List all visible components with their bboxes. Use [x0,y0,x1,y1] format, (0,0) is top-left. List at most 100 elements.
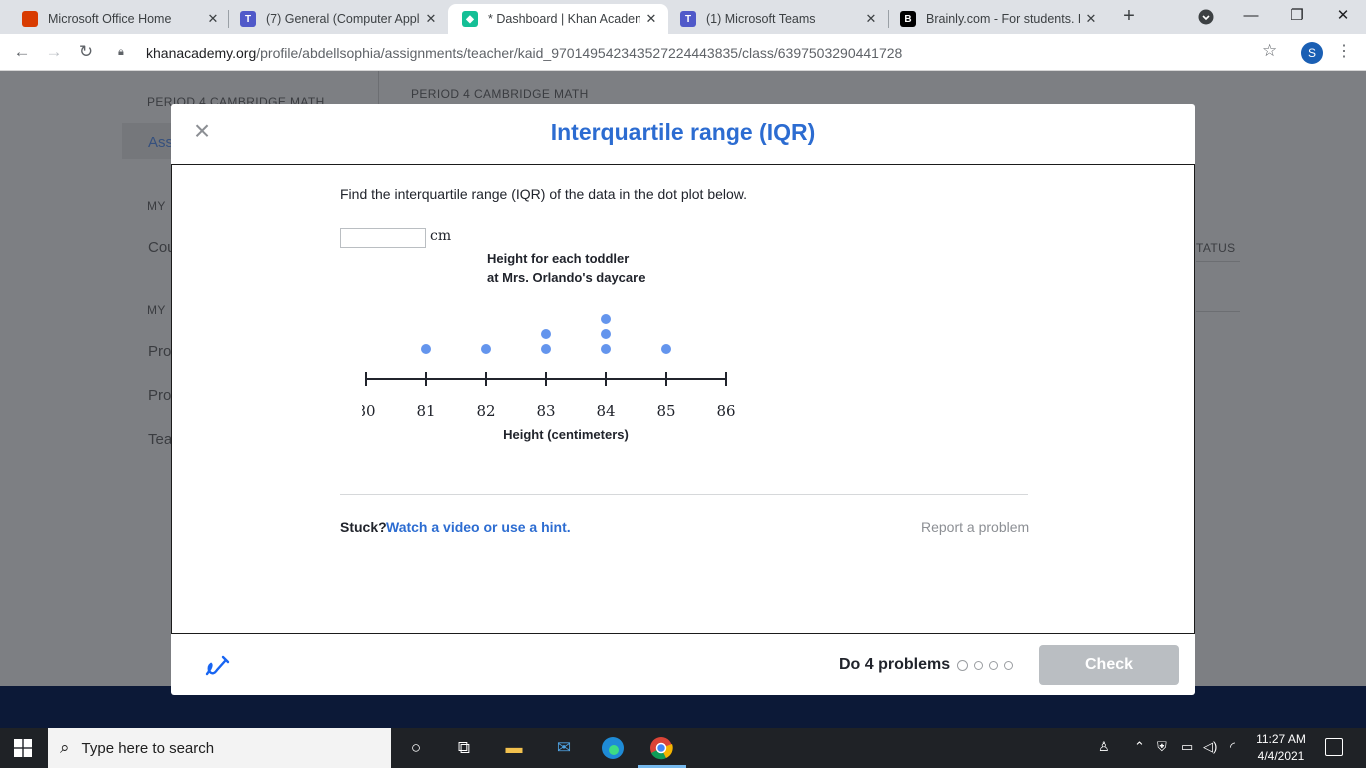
taskbar-search[interactable]: ⌕ Type here to search [48,728,391,768]
restore-icon[interactable]: ❐ [1274,0,1320,34]
table-divider [1196,311,1240,312]
x-tick-label: 81 [416,402,435,420]
address-bar[interactable]: 🔒︎ khanacademy.org/profile/abdellsophia/… [106,38,1291,67]
tab-brainly[interactable]: B Brainly.com - For students. By ✕ [886,4,1108,34]
progress-dots [957,660,1013,671]
new-tab-icon[interactable]: + [1118,6,1140,28]
tab-khan-dashboard[interactable]: ◆ * Dashboard | Khan Academy ✕ [448,4,668,34]
minimize-icon[interactable]: — [1228,0,1274,34]
hint-link[interactable]: Watch a video or use a hint. [386,519,571,535]
x-tick-label: 86 [716,402,735,420]
back-arrow-icon[interactable]: ← [10,41,34,65]
exercise-modal: × Interquartile range (IQR) Find the int… [171,104,1195,695]
windows-start-icon[interactable] [14,739,32,757]
sidebar-item-profile[interactable]: Pro [148,343,171,360]
forward-arrow-icon[interactable]: → [42,41,66,65]
main-class-label: PERIOD 4 CAMBRIDGE MATH [411,87,589,101]
progress-dot [989,661,998,670]
data-dot [541,344,551,354]
problem-count-label: Do 4 problems [839,656,951,673]
office-icon [22,11,38,27]
cortana-icon[interactable]: ○ [403,736,429,760]
chart-title-line-1: Height for each toddler [487,251,629,266]
sidebar-item-teachers[interactable]: Tea [148,431,172,448]
sidebar-item-progress[interactable]: Pro [148,387,171,404]
data-dot [481,344,491,354]
security-icon[interactable]: ⛨ [1157,739,1167,755]
close-icon[interactable]: ✕ [202,11,224,27]
people-icon[interactable]: ♙ [1098,739,1110,755]
question-text: Find the interquartile range (IQR) of th… [340,186,748,202]
data-dot [661,344,671,354]
answer-unit: cm [430,228,452,244]
data-dot [541,329,551,339]
file-explorer-icon[interactable]: ▬ [501,736,527,760]
tab-label: (7) General (Computer Applic [266,12,420,26]
sidebar-section-my: MY [147,199,166,213]
divider [340,494,1028,495]
x-tick-label: 80 [362,402,376,420]
tab-teams[interactable]: T (1) Microsoft Teams ✕ [666,4,888,34]
search-icon: ⌕ [60,738,70,757]
search-placeholder: Type here to search [81,739,215,757]
tray-chevron-icon[interactable]: ⌃ [1134,739,1145,755]
sidebar-item-assignments[interactable]: Ass [148,134,173,151]
close-icon[interactable]: ✕ [640,11,662,27]
edge-icon[interactable] [600,736,626,760]
modal-footer: Do 4 problems Check [171,635,1195,695]
dot-plot: Height for each toddler at Mrs. Orlando'… [362,251,736,442]
browser-tab-strip: Microsoft Office Home ✕ T (7) General (C… [0,0,1366,34]
mail-icon[interactable]: ✉ [551,736,577,760]
data-dot [601,344,611,354]
system-clock[interactable]: 11:27 AM 4/4/2021 [1251,731,1311,765]
tab-label: Microsoft Office Home [48,12,172,26]
modal-body: Find the interquartile range (IQR) of th… [171,165,1195,634]
browser-toolbar: ← → ↻ 🔒︎ khanacademy.org/profile/abdells… [0,34,1366,71]
close-icon[interactable]: ✕ [860,11,882,27]
windows-taskbar: ⌕ Type here to search ○ ⧉ ▬ ✉ ♙ ⌃ ⛨ ▭ ◁)… [0,728,1366,768]
x-tick-label: 84 [596,402,615,420]
chart-title-line-2: at Mrs. Orlando's daycare [487,270,645,285]
url-host: khanacademy.org [146,44,257,61]
data-dot [601,314,611,324]
report-problem-link[interactable]: Report a problem [921,519,1029,535]
close-icon[interactable]: ✕ [420,11,442,27]
notification-icon[interactable] [1325,738,1343,756]
teams-icon: T [240,11,256,27]
teams-icon: T [680,11,696,27]
clock-time: 11:27 AM [1256,732,1306,746]
progress-dot [957,660,968,671]
progress-dot [1004,661,1013,670]
modal-header: × Interquartile range (IQR) [171,104,1195,165]
task-view-icon[interactable]: ⧉ [451,736,477,760]
x-tick-label: 85 [656,402,675,420]
reload-icon[interactable]: ↻ [74,41,98,65]
brainly-icon: B [900,11,916,27]
lock-icon: 🔒︎ [118,46,124,58]
exercise-title: Interquartile range (IQR) [550,119,816,145]
check-button[interactable]: Check [1039,645,1179,685]
close-window-icon[interactable]: ✕ [1320,0,1366,34]
volume-icon[interactable]: ◁) [1203,739,1217,755]
x-axis-label: Height (centimeters) [503,427,629,442]
bookmark-star-icon[interactable]: ☆ [1262,41,1277,61]
battery-icon[interactable]: ▭ [1181,739,1193,755]
scratchpad-icon[interactable] [203,652,231,680]
status-column-header: TATUS [1196,241,1236,255]
khan-icon: ◆ [462,11,478,27]
chrome-icon[interactable] [648,736,674,760]
data-dot [421,344,431,354]
tab-office-home[interactable]: Microsoft Office Home ✕ [8,4,230,34]
x-tick-label: 82 [476,402,495,420]
close-icon[interactable]: ✕ [1080,11,1102,27]
wifi-icon[interactable]: ◜ [1230,739,1235,755]
data-dot [601,329,611,339]
x-tick-label: 83 [536,402,555,420]
clock-date: 4/4/2021 [1257,749,1305,763]
progress-dot [974,661,983,670]
tab-search-icon[interactable] [1184,0,1228,34]
tab-teams-general[interactable]: T (7) General (Computer Applic ✕ [226,4,448,34]
profile-avatar[interactable]: S [1301,42,1323,64]
stuck-label: Stuck? [340,519,387,535]
browser-menu-icon[interactable]: ⋮ [1336,41,1352,61]
